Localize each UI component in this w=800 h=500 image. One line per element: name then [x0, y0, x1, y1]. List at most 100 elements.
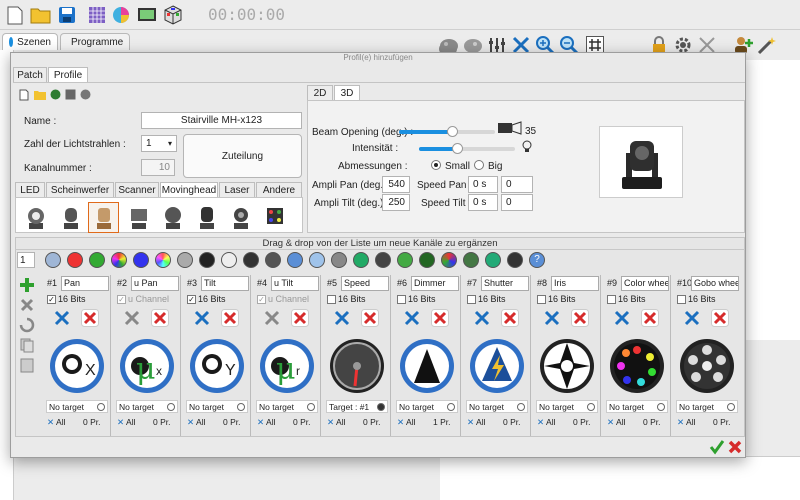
- intensity-slider-thumb[interactable]: [452, 143, 463, 154]
- edit-tools-icon[interactable]: [123, 309, 141, 327]
- delete-x-icon[interactable]: [361, 309, 379, 327]
- delete-x-icon[interactable]: [711, 309, 729, 327]
- tab-andere[interactable]: Andere: [256, 182, 302, 197]
- tab-scheinwerfer[interactable]: Scheinwerfer: [46, 182, 114, 197]
- tab-movinghead[interactable]: Movinghead: [160, 182, 218, 197]
- tab-3d[interactable]: 3D: [334, 85, 360, 100]
- bits-checkbox[interactable]: [607, 295, 616, 304]
- tab-led[interactable]: LED: [15, 182, 45, 197]
- target-select[interactable]: No target: [46, 400, 108, 413]
- pan-input[interactable]: 540: [382, 176, 410, 193]
- tab-szenen[interactable]: Szenen: [2, 33, 58, 50]
- open-profile-icon[interactable]: [34, 90, 46, 100]
- open-folder-icon[interactable]: [30, 4, 52, 26]
- bits-checkbox[interactable]: [677, 295, 686, 304]
- all-icon-group[interactable]: ✕ All: [327, 417, 345, 428]
- save-profile-icon[interactable]: [50, 89, 61, 100]
- new-doc-icon[interactable]: [4, 4, 26, 26]
- screen-icon[interactable]: [136, 4, 158, 26]
- target-select[interactable]: Target : #1: [326, 400, 388, 413]
- fixture-thumb-6[interactable]: [191, 202, 222, 233]
- bits-checkbox[interactable]: ✓: [187, 295, 196, 304]
- delete-x-icon[interactable]: [291, 309, 309, 327]
- delete-x-icon[interactable]: [81, 309, 99, 327]
- palette-icon[interactable]: [110, 4, 132, 26]
- edit-tools-icon[interactable]: [613, 309, 631, 327]
- all-icon-group[interactable]: ✕ All: [257, 417, 275, 428]
- channel-name-input[interactable]: Speed: [341, 276, 389, 291]
- web-profile-icon[interactable]: [80, 89, 91, 100]
- target-select[interactable]: No target: [606, 400, 668, 413]
- all-icon-group[interactable]: ✕ All: [607, 417, 625, 428]
- bits-checkbox[interactable]: ✓: [47, 295, 56, 304]
- cube-icon[interactable]: [162, 4, 184, 26]
- tab-laser[interactable]: Laser: [219, 182, 255, 197]
- uchannel-checkbox[interactable]: ✓: [257, 295, 266, 304]
- target-select[interactable]: No target: [116, 400, 178, 413]
- fixture-thumb-4[interactable]: [123, 202, 154, 233]
- delete-x-icon[interactable]: [501, 309, 519, 327]
- target-select[interactable]: No target: [466, 400, 528, 413]
- all-icon-group[interactable]: ✕ All: [467, 417, 485, 428]
- paste-channel-icon[interactable]: [19, 357, 35, 373]
- channel-name-input[interactable]: Color wheel: [621, 276, 669, 291]
- tilt-speed-input[interactable]: 0 s: [468, 194, 498, 211]
- remove-channel-icon[interactable]: [19, 297, 35, 313]
- bits-checkbox[interactable]: [537, 295, 546, 304]
- intensity-slider[interactable]: [419, 143, 515, 154]
- channel-name-input[interactable]: Shutter: [481, 276, 529, 291]
- tab-programme[interactable]: Programme: [60, 33, 130, 50]
- edit-tools-icon[interactable]: [333, 309, 351, 327]
- export-profile-icon[interactable]: [65, 89, 76, 100]
- fixture-thumb-8[interactable]: [259, 202, 290, 233]
- uchannel-checkbox[interactable]: ✓: [117, 295, 126, 304]
- delete-x-icon[interactable]: [431, 309, 449, 327]
- channel-count-select[interactable]: 1: [17, 252, 35, 268]
- channel-name-input[interactable]: Tilt: [201, 276, 249, 291]
- new-profile-icon[interactable]: [19, 89, 29, 101]
- tilt-speed-input-2[interactable]: 0: [501, 194, 533, 211]
- tab-scanner[interactable]: Scanner: [115, 182, 159, 197]
- fixture-thumb-2[interactable]: [55, 202, 86, 233]
- fixture-thumb-3[interactable]: [88, 202, 119, 233]
- channel-name-input[interactable]: u Tilt: [271, 276, 319, 291]
- target-select[interactable]: No target: [396, 400, 458, 413]
- tab-profile[interactable]: Profile: [48, 67, 88, 82]
- cancel-x-icon[interactable]: [727, 439, 743, 455]
- bits-checkbox[interactable]: [327, 295, 336, 304]
- delete-x-icon[interactable]: [151, 309, 169, 327]
- edit-tools-icon[interactable]: [53, 309, 71, 327]
- edit-tools-icon[interactable]: [263, 309, 281, 327]
- confirm-check-icon[interactable]: [709, 439, 725, 455]
- pan-speed-input[interactable]: 0 s: [468, 176, 498, 193]
- all-icon-group[interactable]: ✕ All: [187, 417, 205, 428]
- move-channel-icon[interactable]: [19, 317, 35, 333]
- small-radio[interactable]: [431, 160, 441, 170]
- tab-2d[interactable]: 2D: [307, 85, 333, 100]
- edit-tools-icon[interactable]: [683, 309, 701, 327]
- all-icon-group[interactable]: ✕ All: [47, 417, 65, 428]
- all-icon-group[interactable]: ✕ All: [397, 417, 415, 428]
- channel-name-input[interactable]: Iris: [551, 276, 599, 291]
- add-channel-icon[interactable]: [19, 277, 35, 293]
- beam-slider-thumb[interactable]: [447, 126, 458, 137]
- edit-tools-icon[interactable]: [543, 309, 561, 327]
- all-icon-group[interactable]: ✕ All: [537, 417, 555, 428]
- delete-x-icon[interactable]: [221, 309, 239, 327]
- channel-name-input[interactable]: Gobo wheel: [691, 276, 739, 291]
- save-disk-icon[interactable]: [56, 4, 78, 26]
- tilt-input[interactable]: 250: [382, 194, 410, 211]
- tab-patch[interactable]: Patch: [13, 67, 47, 82]
- channel-number-input[interactable]: 10: [141, 159, 175, 176]
- big-radio[interactable]: [474, 160, 484, 170]
- all-icon-group[interactable]: ✕ All: [117, 417, 135, 428]
- bits-checkbox[interactable]: [467, 295, 476, 304]
- channel-name-input[interactable]: Dimmer: [411, 276, 459, 291]
- wand-icon[interactable]: [756, 34, 778, 56]
- delete-x-icon[interactable]: [641, 309, 659, 327]
- name-input[interactable]: Stairville MH-x123: [141, 112, 302, 129]
- channel-name-input[interactable]: u Pan: [131, 276, 179, 291]
- all-icon-group[interactable]: ✕ All: [677, 417, 695, 428]
- pan-speed-input-2[interactable]: 0: [501, 176, 533, 193]
- split-button[interactable]: Zuteilung: [183, 134, 302, 178]
